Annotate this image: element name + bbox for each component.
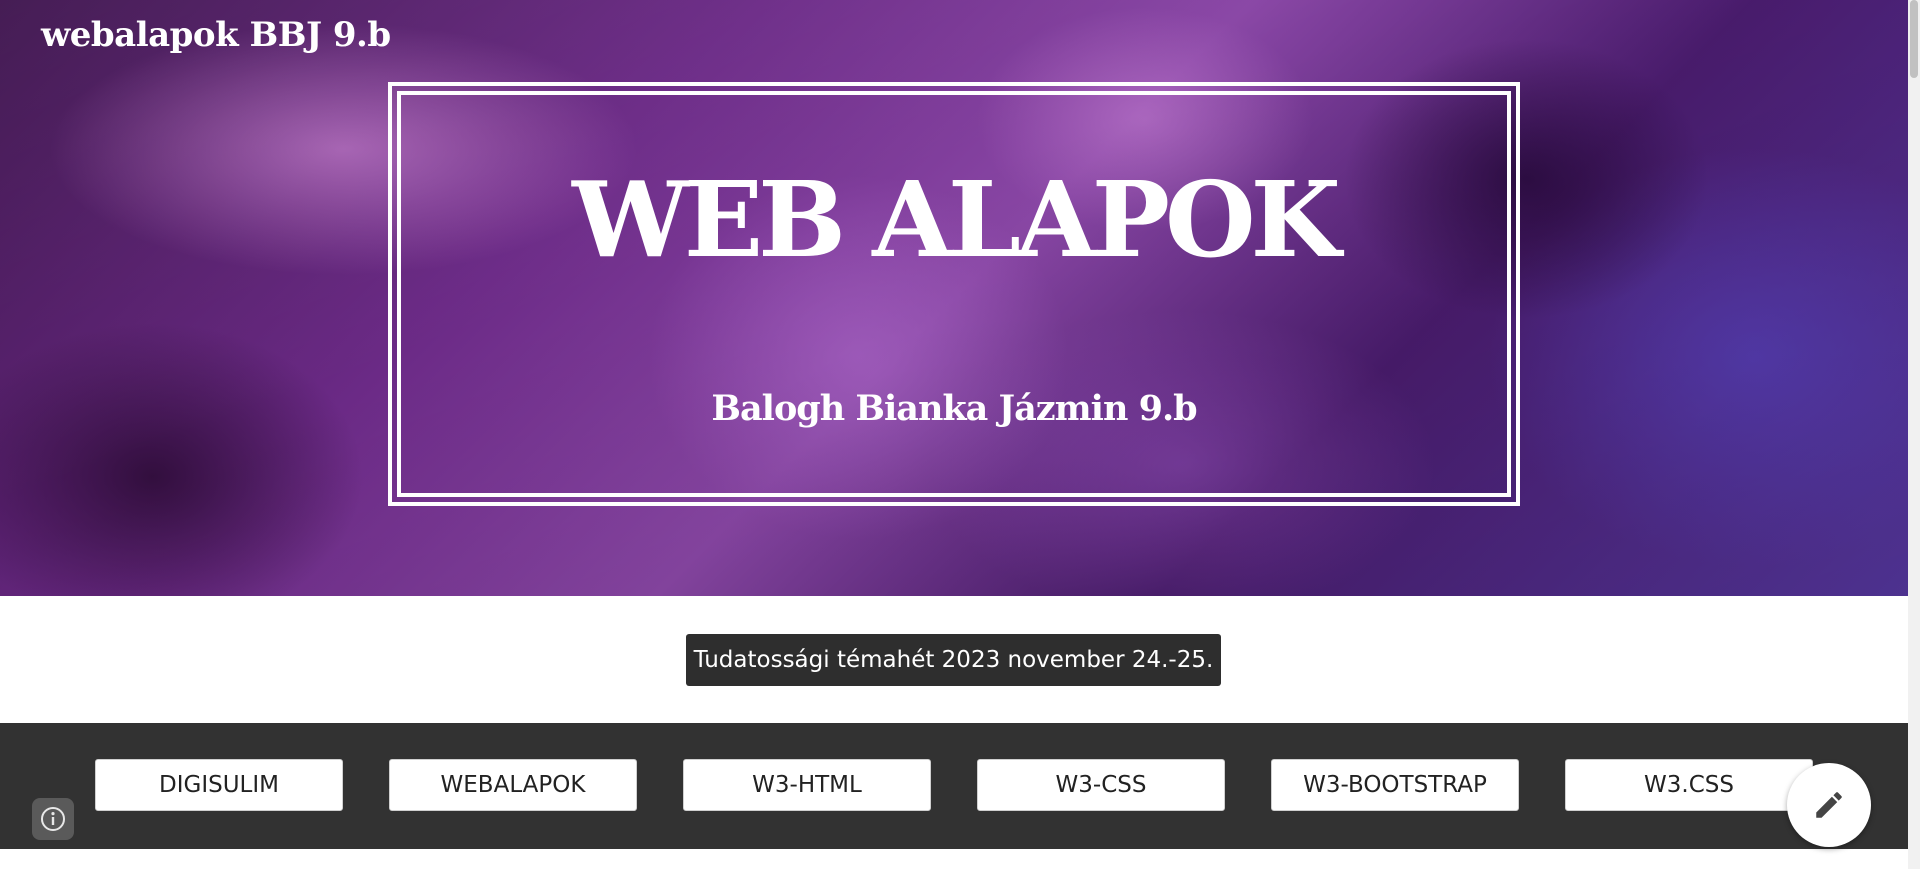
hero-heading: WEB ALAPOK: [572, 158, 1341, 281]
nav-button-w3-css[interactable]: W3-CSS: [977, 759, 1225, 811]
nav-button-webalapok[interactable]: WEBALAPOK: [389, 759, 637, 811]
hero-frame-inner: [397, 91, 1511, 497]
pencil-icon: [1816, 792, 1842, 818]
edit-button[interactable]: [1787, 763, 1871, 847]
nav-button-digisulim[interactable]: DIGISULIM: [95, 759, 343, 811]
site-title[interactable]: webalapok BBJ 9.b: [41, 12, 391, 58]
scrollbar-track[interactable]: [1908, 0, 1920, 869]
hero-frame: WEB ALAPOK Balogh Bianka Jázmin 9.b: [388, 82, 1520, 506]
hero-subtitle: Balogh Bianka Jázmin 9.b: [711, 388, 1197, 429]
scrollbar-thumb[interactable]: [1910, 0, 1918, 78]
info-button[interactable]: [32, 798, 74, 840]
info-icon: [41, 807, 65, 831]
hero-banner: webalapok BBJ 9.b WEB ALAPOK Balogh Bian…: [0, 0, 1908, 596]
nav-button-w3dotcss[interactable]: W3.CSS: [1565, 759, 1813, 811]
nav-button-w3-bootstrap[interactable]: W3-BOOTSTRAP: [1271, 759, 1519, 811]
announcement-badge: Tudatossági témahét 2023 november 24.-25…: [686, 634, 1221, 686]
nav-button-w3-html[interactable]: W3-HTML: [683, 759, 931, 811]
nav-bar: DIGISULIM WEBALAPOK W3-HTML W3-CSS W3-BO…: [0, 723, 1908, 849]
